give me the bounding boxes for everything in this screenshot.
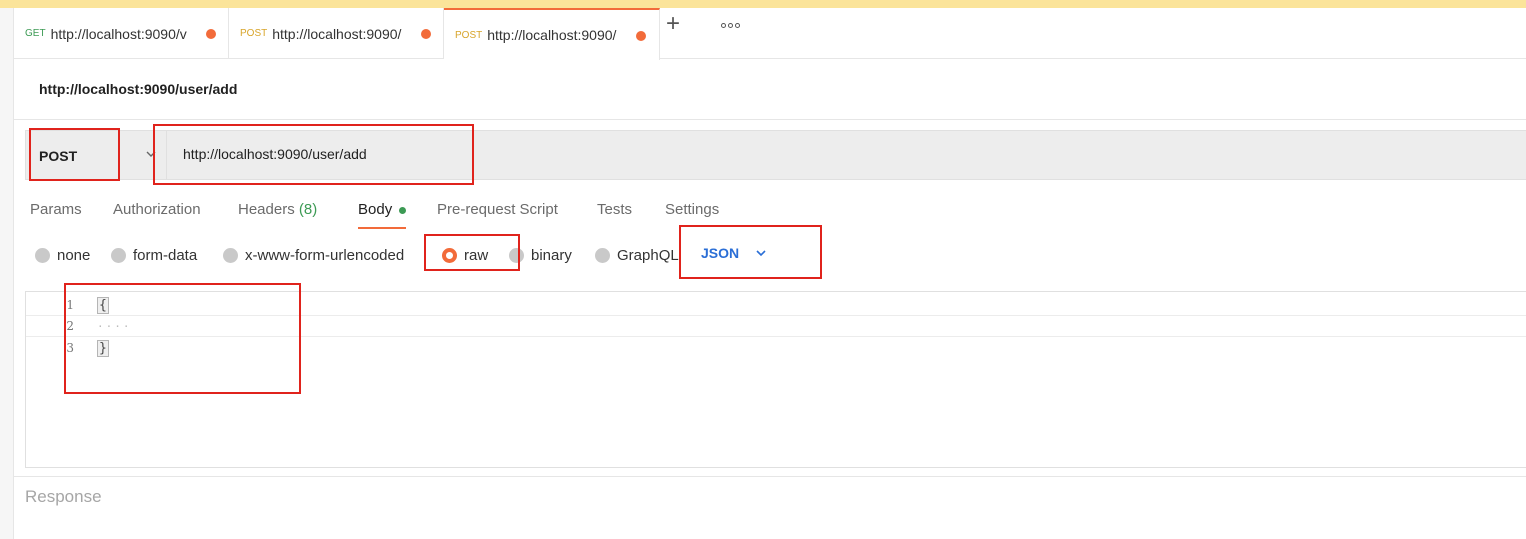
radio-circle-icon [509, 248, 524, 263]
line-number: 2 [66, 319, 74, 333]
code-line: 2 ···· [26, 316, 1526, 337]
body-format-label: JSON [701, 245, 740, 261]
tab-params-label: Params [30, 201, 82, 218]
tab-tests-label: Tests [597, 201, 633, 218]
tab-headers[interactable]: Headers (8) [238, 201, 317, 218]
body-code-editor[interactable]: 1 { 2 ···· 3 } [25, 291, 1526, 468]
radio-circle-icon [595, 248, 610, 263]
active-tab-underline [358, 227, 406, 229]
tab-params[interactable]: Params [30, 201, 82, 218]
radio-raw-label: raw [464, 247, 489, 264]
unsaved-indicator-icon [421, 29, 431, 39]
radio-none[interactable]: none [35, 247, 90, 264]
tab-authorization[interactable]: Authorization [113, 201, 201, 218]
radio-selected-icon [442, 248, 457, 263]
headers-count-badge: (8) [298, 201, 318, 218]
code-text: } [97, 340, 109, 357]
radio-binary[interactable]: binary [509, 247, 572, 264]
line-number: 1 [66, 298, 74, 312]
code-line: 1 { [26, 295, 1526, 316]
unsaved-indicator-icon [636, 31, 646, 41]
chevron-down-icon [146, 151, 156, 157]
code-text: ···· [97, 320, 132, 333]
radio-binary-label: binary [531, 247, 572, 264]
divider [14, 119, 1526, 120]
tab-pre-request-label: Pre-request Script [437, 201, 558, 218]
code-text: { [97, 297, 109, 314]
tab-body[interactable]: Body [358, 201, 392, 218]
more-options-icon[interactable] [718, 14, 742, 36]
request-tab-2[interactable]: POST http://localhost:9090/ [229, 8, 444, 59]
body-has-content-icon [399, 207, 406, 214]
radio-urlencoded-label: x-www-form-urlencoded [245, 247, 405, 264]
plus-icon[interactable]: + [662, 11, 684, 39]
tab-method-label: POST [240, 28, 268, 39]
tab-pre-request-script[interactable]: Pre-request Script [437, 201, 558, 218]
tab-headers-label: Headers [238, 201, 295, 218]
line-number: 3 [66, 341, 74, 355]
code-line: 3 } [26, 338, 1526, 359]
tab-settings-label: Settings [665, 201, 720, 218]
tab-authorization-label: Authorization [113, 201, 201, 218]
chevron-down-icon [756, 250, 766, 257]
tab-method-label: GET [25, 28, 46, 39]
tab-url-label: http://localhost:9090/ [487, 27, 617, 43]
url-input[interactable] [183, 146, 783, 162]
tab-method-label: POST [455, 29, 483, 41]
request-tab-1[interactable]: GET http://localhost:9090/v [14, 8, 229, 59]
radio-graphql[interactable]: GraphQL [595, 247, 679, 264]
radio-form-data[interactable]: form-data [111, 247, 197, 264]
radio-circle-icon [111, 248, 126, 263]
tab-url-label: http://localhost:9090/ [272, 25, 402, 42]
tab-settings[interactable]: Settings [665, 201, 719, 218]
radio-none-label: none [57, 247, 91, 264]
radio-raw[interactable]: raw [442, 247, 488, 264]
radio-graphql-label: GraphQL [617, 247, 679, 264]
top-banner [0, 0, 1526, 8]
method-label: POST [39, 148, 78, 164]
method-dropdown[interactable]: POST [26, 131, 167, 179]
tab-body-label: Body [358, 201, 393, 218]
request-tab-3[interactable]: POST http://localhost:9090/ [444, 8, 660, 60]
radio-circle-icon [223, 248, 238, 263]
request-title[interactable]: http://localhost:9090/user/add [39, 81, 237, 97]
radio-urlencoded[interactable]: x-www-form-urlencoded [223, 247, 404, 264]
body-format-dropdown[interactable]: JSON [701, 245, 767, 261]
radio-form-data-label: form-data [133, 247, 198, 264]
unsaved-indicator-icon [206, 29, 216, 39]
response-section-label: Response [25, 487, 102, 506]
request-tab-bar: GET http://localhost:9090/v POST http://… [14, 8, 1526, 60]
radio-circle-icon [35, 248, 50, 263]
left-sidebar-edge [0, 8, 14, 539]
divider [14, 476, 1526, 477]
url-bar: POST [25, 130, 1526, 180]
tab-url-label: http://localhost:9090/v [50, 25, 187, 42]
tab-tests[interactable]: Tests [597, 201, 632, 218]
